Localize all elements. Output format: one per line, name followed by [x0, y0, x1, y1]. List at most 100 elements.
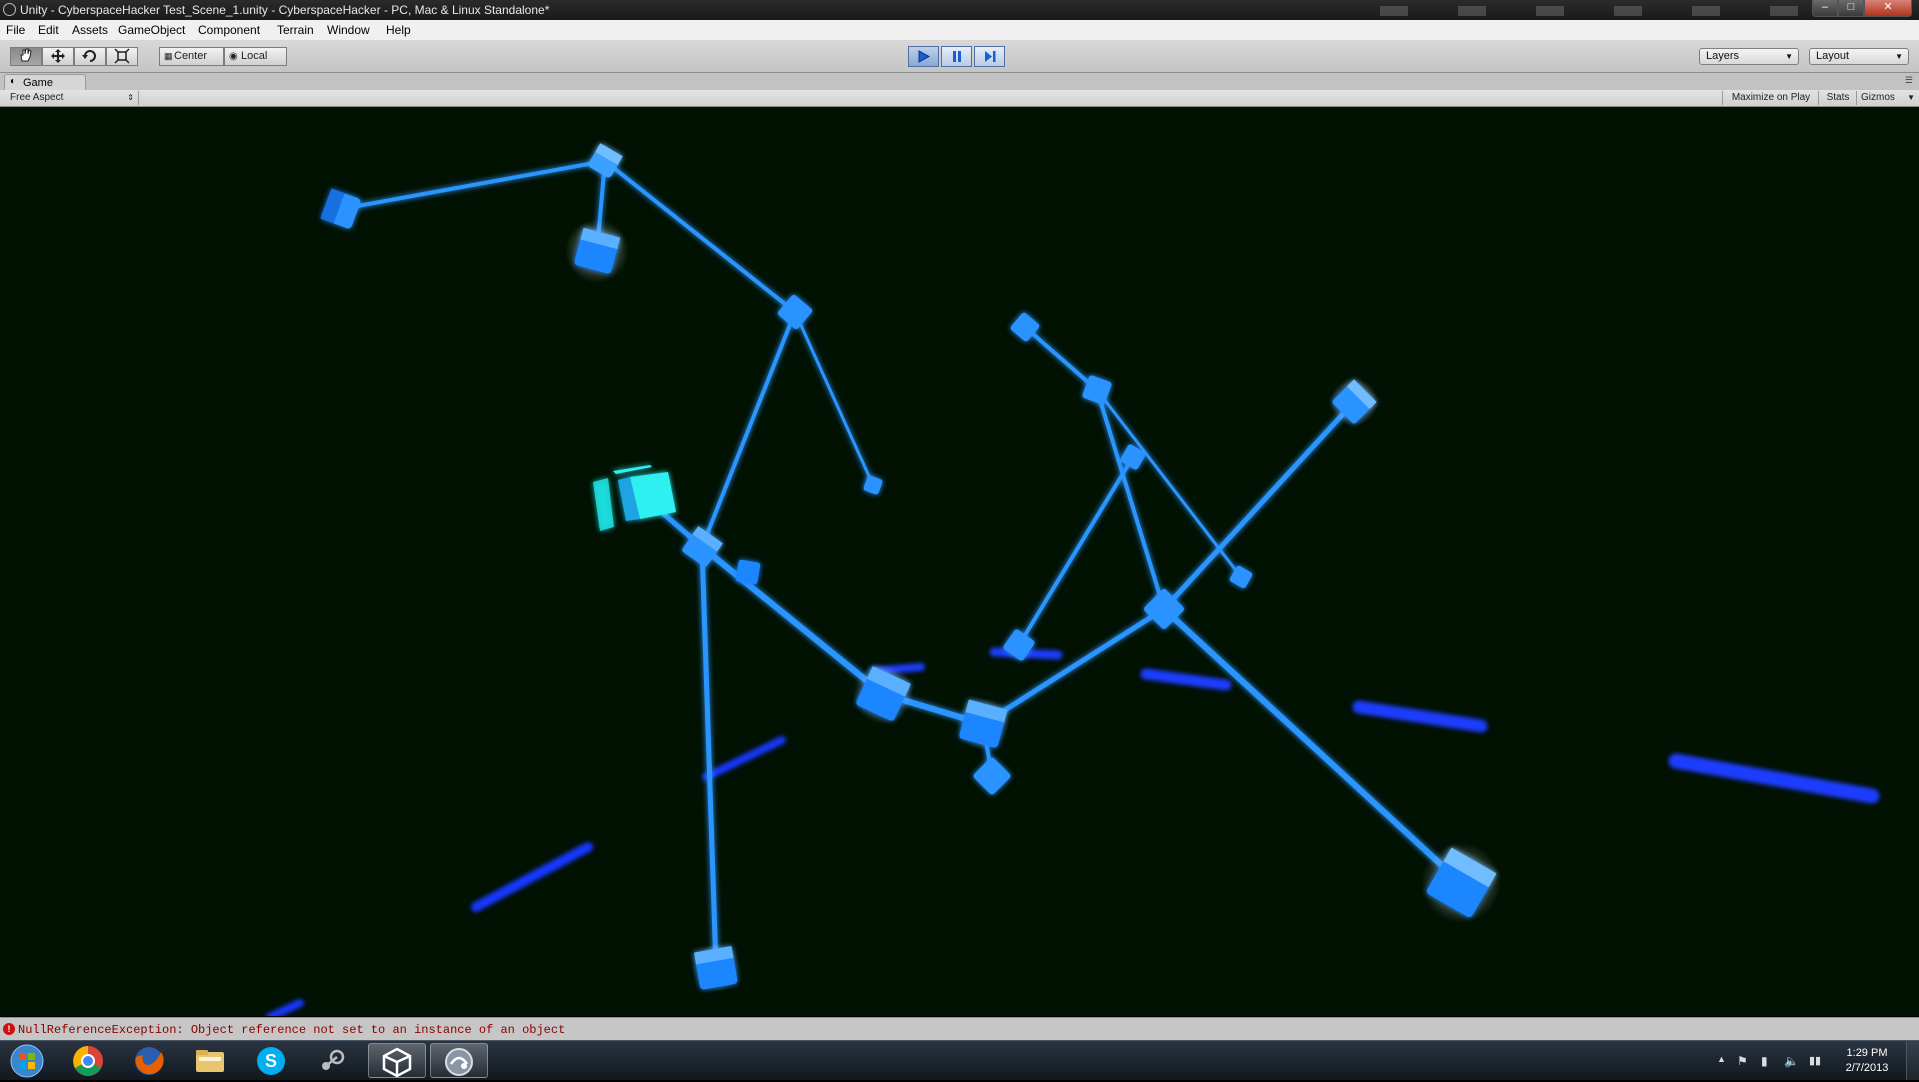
network-icon[interactable]: ▮▮	[1809, 1054, 1821, 1067]
svg-text:S: S	[265, 1051, 277, 1071]
layers-dropdown[interactable]: Layers ▼	[1699, 48, 1799, 65]
menu-terrain[interactable]: Terrain	[277, 23, 314, 37]
floating-bar	[1668, 753, 1880, 804]
monodevelop-icon	[445, 1048, 473, 1076]
taskbar-unity[interactable]	[368, 1043, 426, 1078]
gizmos-dropdown[interactable]: Gizmos ▼	[1856, 91, 1917, 105]
taskbar-firefox[interactable]	[121, 1043, 177, 1078]
gizmos-label: Gizmos	[1861, 92, 1895, 103]
show-hidden-icons[interactable]: ▲	[1717, 1054, 1726, 1064]
menu-help[interactable]: Help	[386, 23, 411, 37]
unity-logo-icon	[3, 3, 16, 16]
chevron-down-icon: ▼	[1895, 52, 1903, 61]
scale-icon	[114, 48, 130, 64]
blurred-tray-text	[1380, 6, 1800, 16]
chevron-updown-icon: ⇕	[127, 93, 134, 102]
menu-edit[interactable]: Edit	[38, 23, 59, 37]
windows-start-icon	[10, 1044, 44, 1078]
play-button[interactable]	[908, 46, 939, 67]
volume-icon[interactable]: 🔈	[1784, 1054, 1799, 1068]
aspect-dropdown[interactable]: Free Aspect ⇕	[4, 91, 139, 105]
console-status-bar[interactable]: ! NullReferenceException: Object referen…	[0, 1017, 1919, 1040]
stats-toggle[interactable]: Stats	[1818, 91, 1857, 105]
chrome-icon	[73, 1046, 103, 1076]
file-explorer-icon	[196, 1050, 224, 1072]
selected-cube	[593, 465, 676, 531]
center-pivot-icon: ▦	[164, 51, 173, 61]
floating-bar	[471, 842, 593, 912]
network-link	[699, 544, 886, 697]
network-link	[1017, 455, 1135, 647]
error-icon: !	[3, 1023, 15, 1035]
cube-face	[613, 465, 652, 474]
network-node	[693, 945, 738, 990]
floating-bar	[266, 999, 304, 1016]
network-node	[1229, 565, 1253, 589]
game-viewport[interactable]	[0, 107, 1919, 1016]
floating-bar	[1140, 668, 1232, 691]
rotate-tool-button[interactable]	[74, 47, 106, 66]
taskbar: S ▲ ⚑ ▮ 🔈 ▮▮ 1:29 PM 2/7/2013	[0, 1040, 1919, 1080]
panel-menu-icon[interactable]: ☰	[1905, 75, 1913, 86]
play-icon	[918, 50, 930, 63]
network-node	[320, 188, 361, 229]
scale-tool-button[interactable]	[106, 47, 138, 66]
pivot-center-button[interactable]: ▦Center	[159, 47, 224, 66]
firefox-icon	[135, 1047, 164, 1075]
close-button[interactable]: ✕	[1864, 0, 1912, 17]
pivot-local-button[interactable]: ◉ Local	[224, 47, 287, 66]
network-links	[339, 159, 1464, 971]
tab-game[interactable]: ◐ Game	[4, 74, 86, 91]
show-desktop-button[interactable]	[1906, 1041, 1919, 1080]
taskbar-chrome[interactable]	[60, 1043, 116, 1078]
pivot-label: Center	[174, 50, 208, 62]
move-icon	[51, 49, 65, 63]
menu-bar: File Edit Assets GameObject Component Te…	[0, 20, 1919, 41]
chevron-down-icon: ▼	[1907, 93, 1915, 102]
toolbar: ▦Center ◉ Local Layers ▼ Layout ▼	[0, 41, 1919, 73]
console-error-message[interactable]: NullReferenceException: Object reference…	[18, 1023, 565, 1037]
floating-bars	[266, 647, 1880, 1016]
unity-icon	[382, 1047, 412, 1078]
maximize-icon: □	[1847, 1, 1855, 13]
power-icon[interactable]: ▮	[1761, 1054, 1768, 1068]
start-button[interactable]	[2, 1043, 52, 1078]
title-bar: Unity - CyberspaceHacker Test_Scene_1.un…	[0, 0, 1919, 20]
pause-icon	[952, 51, 961, 62]
rotate-icon	[82, 50, 96, 62]
clock-date: 2/7/2013	[1845, 1062, 1889, 1074]
cube-face	[593, 478, 614, 531]
taskbar-explorer[interactable]	[182, 1043, 238, 1078]
taskbar-steam[interactable]	[304, 1043, 360, 1078]
game-view-bar: Free Aspect ⇕ Maximize on Play Stats Giz…	[0, 90, 1919, 107]
maximize-button[interactable]: □	[1838, 0, 1864, 17]
menu-file[interactable]: File	[6, 23, 25, 37]
menu-gameobject[interactable]: GameObject	[118, 23, 185, 37]
floating-bar	[1352, 700, 1488, 733]
step-icon	[984, 51, 995, 62]
network-nodes	[320, 143, 1497, 990]
move-tool-button[interactable]	[42, 47, 74, 66]
network-node	[735, 559, 761, 585]
clock-time: 1:29 PM	[1846, 1047, 1888, 1059]
maximize-on-play-toggle[interactable]: Maximize on Play	[1722, 91, 1819, 105]
layers-label: Layers	[1706, 50, 1740, 62]
minimize-button[interactable]: –	[1812, 0, 1838, 17]
menu-assets[interactable]: Assets	[72, 23, 108, 37]
network-link	[793, 310, 875, 487]
taskbar-skype[interactable]: S	[243, 1043, 299, 1078]
network-link	[1161, 399, 1357, 612]
menu-window[interactable]: Window	[327, 23, 370, 37]
pause-button[interactable]	[941, 46, 972, 67]
network-node	[777, 294, 813, 330]
hand-tool-button[interactable]	[10, 47, 42, 66]
layout-dropdown[interactable]: Layout ▼	[1809, 48, 1909, 65]
window-title: Unity - CyberspaceHacker Test_Scene_1.un…	[20, 3, 550, 17]
network-link	[980, 606, 1167, 727]
action-center-flag-icon[interactable]: ⚑	[1737, 1054, 1748, 1068]
step-button[interactable]	[974, 46, 1005, 67]
menu-component[interactable]: Component	[198, 23, 260, 37]
pacman-game-icon: ◐	[10, 76, 17, 87]
taskbar-monodevelop[interactable]	[430, 1043, 488, 1078]
system-clock[interactable]: 1:29 PM 2/7/2013	[1840, 1046, 1894, 1076]
